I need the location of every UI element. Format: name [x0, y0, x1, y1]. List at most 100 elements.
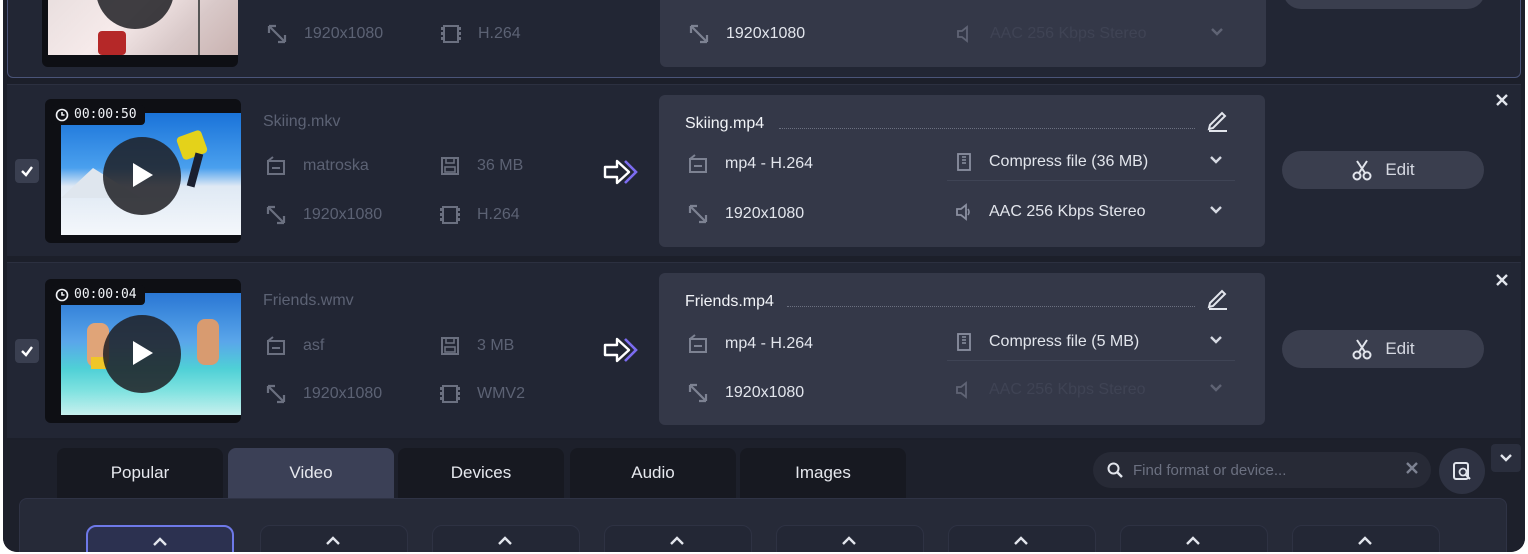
speaker-icon [951, 377, 977, 403]
speaker-icon [951, 199, 977, 225]
source-filename: Friends.wmv [263, 292, 354, 309]
format-card[interactable] [1292, 525, 1440, 552]
compress-dropdown[interactable]: Compress file (36 MB) [947, 143, 1235, 181]
tab-popular[interactable]: Popular [57, 448, 223, 498]
output-resolution-text: 1920x1080 [725, 384, 805, 401]
edit-button[interactable]: Edit [1282, 330, 1484, 368]
row-checkbox[interactable] [15, 159, 39, 183]
output-resolution: 1920x1080 [685, 380, 804, 406]
source-size: 36 MB [437, 153, 523, 179]
video-thumbnail[interactable] [42, 0, 238, 67]
format-card[interactable] [948, 525, 1096, 552]
file-row[interactable]: 00:00:04 Friends.wmv asf 3 MB 1920x1080 [7, 262, 1521, 438]
resize-icon [263, 202, 289, 228]
format-search[interactable]: Find format or device... [1093, 452, 1431, 488]
format-card[interactable] [260, 525, 408, 552]
source-codec: WMV2 [437, 381, 525, 407]
output-resolution-text: 1920x1080 [726, 25, 806, 42]
video-thumbnail[interactable]: 00:00:04 [45, 279, 241, 423]
output-format-text: mp4 - H.264 [725, 155, 814, 172]
film-icon [437, 381, 463, 407]
tab-devices[interactable]: Devices [398, 448, 564, 498]
source-codec-text: WMV2 [477, 385, 525, 402]
chevron-down-icon [1209, 153, 1223, 172]
chevron-up-icon [1358, 536, 1372, 545]
output-settings-panel: Skiing.mp4 mp4 - H.264 Compress file (36… [659, 95, 1265, 247]
chevron-up-icon [842, 536, 856, 545]
format-card[interactable] [86, 525, 234, 552]
audio-text: AAC 256 Kbps Stereo [990, 24, 1147, 42]
source-filename: Skiing.mkv [263, 113, 341, 130]
audio-text: AAC 256 Kbps Stereo [989, 380, 1146, 398]
source-resolution-text: 1920x1080 [303, 385, 383, 402]
clear-search-button[interactable] [1405, 461, 1419, 479]
audio-dropdown[interactable]: AAC 256 Kbps Stereo [947, 193, 1235, 231]
converter-window: 1920x1080 H.264 1920x1080 AAC 256 Kbps S… [3, 0, 1525, 552]
output-settings-panel: Friends.mp4 mp4 - H.264 Compress file (5… [659, 273, 1265, 425]
play-button[interactable] [103, 315, 181, 393]
audio-dropdown[interactable]: AAC 256 Kbps Stereo [947, 371, 1235, 409]
compress-text: Compress file (36 MB) [989, 152, 1149, 170]
format-card[interactable] [604, 525, 752, 552]
chevron-up-icon [1186, 536, 1200, 545]
film-icon [437, 202, 463, 228]
chevron-down-icon [1500, 454, 1512, 462]
edit-button[interactable] [1283, 0, 1485, 9]
duration-badge: 00:00:04 [51, 285, 145, 305]
format-card[interactable] [776, 525, 924, 552]
source-container-text: matroska [303, 157, 369, 174]
video-thumbnail[interactable]: 00:00:50 [45, 99, 241, 243]
container-icon [263, 153, 289, 179]
pencil-icon[interactable] [1205, 107, 1231, 133]
source-codec: H.264 [438, 21, 521, 47]
close-icon [1496, 94, 1508, 106]
source-codec-text: H.264 [477, 206, 520, 223]
chevron-up-icon [326, 536, 340, 545]
source-resolution: 1920x1080 [263, 202, 382, 228]
pencil-icon[interactable] [1205, 285, 1231, 311]
filename-underline [779, 128, 1195, 129]
remove-file-button[interactable] [1495, 93, 1515, 113]
output-resolution: 1920x1080 [686, 21, 805, 47]
format-panel: Popular Video Devices Audio Images Find … [3, 440, 1525, 552]
check-icon [21, 166, 33, 177]
source-container-text: asf [303, 337, 325, 354]
container-icon [685, 151, 711, 177]
play-icon [133, 341, 153, 365]
source-size-text: 36 MB [477, 157, 524, 174]
output-format[interactable]: mp4 - H.264 [685, 151, 813, 177]
row-checkbox[interactable] [15, 339, 39, 363]
source-container: asf [263, 333, 324, 359]
output-filename[interactable]: Friends.mp4 [685, 293, 774, 311]
chevron-up-icon [670, 536, 684, 545]
output-filename[interactable]: Skiing.mp4 [685, 115, 764, 133]
edit-button[interactable]: Edit [1282, 151, 1484, 189]
output-settings-panel: 1920x1080 AAC 256 Kbps Stereo [660, 0, 1266, 67]
remove-file-button[interactable] [1495, 273, 1515, 293]
tab-video[interactable]: Video [228, 448, 394, 498]
resize-icon [686, 21, 712, 47]
audio-dropdown[interactable]: AAC 256 Kbps Stereo [948, 15, 1236, 53]
collapse-panel-button[interactable] [1491, 444, 1521, 472]
format-card[interactable] [1120, 525, 1268, 552]
container-icon [685, 331, 711, 357]
file-row[interactable]: 00:00:50 Skiing.mkv matroska 36 MB 1920x… [7, 84, 1521, 256]
tab-audio[interactable]: Audio [570, 448, 736, 498]
chevron-down-icon [1209, 333, 1223, 352]
file-row[interactable]: 1920x1080 H.264 1920x1080 AAC 256 Kbps S… [7, 0, 1521, 78]
device-detect-button[interactable] [1439, 448, 1485, 494]
chevron-down-icon [1209, 381, 1223, 400]
container-icon [263, 333, 289, 359]
duration-text: 00:00:04 [74, 287, 137, 302]
compress-dropdown[interactable]: Compress file (5 MB) [947, 323, 1235, 361]
output-format[interactable]: mp4 - H.264 [685, 331, 813, 357]
play-button[interactable] [103, 137, 181, 215]
clock-icon [55, 108, 69, 122]
compress-icon [951, 329, 977, 355]
tab-images[interactable]: Images [740, 448, 906, 498]
resize-icon [685, 380, 711, 406]
format-card[interactable] [432, 525, 580, 552]
chevron-up-icon [498, 536, 512, 545]
source-resolution: 1920x1080 [263, 381, 382, 407]
chevron-up-icon [1014, 536, 1028, 545]
